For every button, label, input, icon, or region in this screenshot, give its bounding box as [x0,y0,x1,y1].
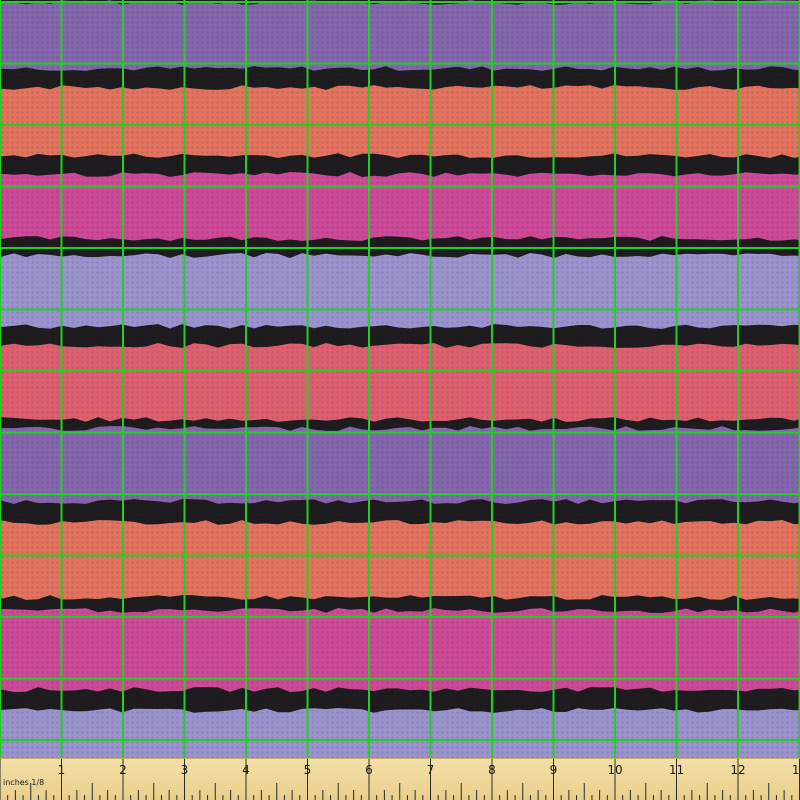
ruler-number: 1 [57,763,66,777]
weave-texture [0,0,800,800]
ruler-number: 7 [426,763,435,777]
ruler-number: 5 [303,763,312,777]
ruler-number: 13 [791,763,800,777]
ruler-number: 12 [730,763,746,777]
ruler-number: 3 [180,763,189,777]
ruler-number: 8 [488,763,496,777]
fabric-preview: 12345678910111213 inches 1/8 [0,0,800,800]
ruler-number: 9 [549,763,558,777]
ruler-number: 10 [607,763,623,777]
ruler-number: 2 [119,763,127,777]
fabric-pattern-swatch [0,0,800,800]
inch-ruler: 12345678910111213 inches 1/8 [0,758,800,800]
ruler-number: 6 [365,763,373,777]
ruler-number: 4 [242,763,250,777]
ruler-number: 11 [668,763,685,777]
ruler-unit-label: inches 1/8 [3,778,45,787]
